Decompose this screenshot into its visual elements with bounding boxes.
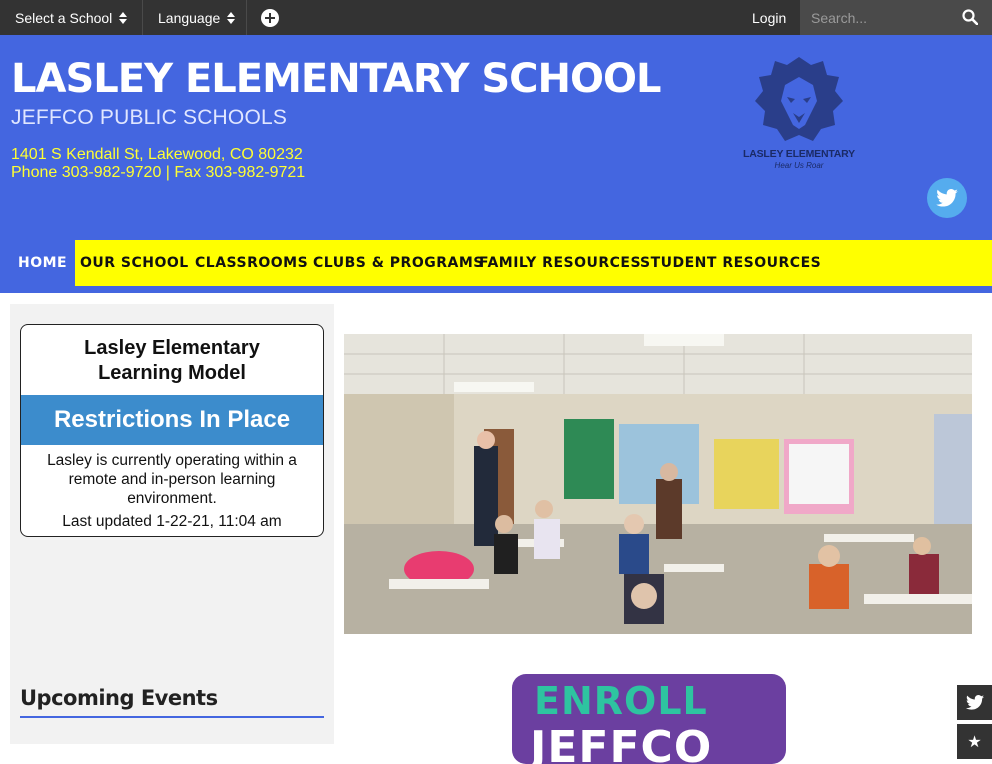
login-label: Login <box>752 9 787 26</box>
nav-student-resources[interactable]: STUDENT RESOURCES <box>640 240 821 286</box>
enroll-jeffco-text: JEFFCO <box>530 722 713 764</box>
twitter-button[interactable] <box>927 178 967 218</box>
search-icon[interactable] <box>962 9 978 25</box>
classroom-photo <box>344 334 972 634</box>
plus-circle-button[interactable] <box>261 0 279 35</box>
school-name[interactable]: LASLEY ELEMENTARY SCHOOL <box>11 56 661 102</box>
select-school-dropdown[interactable]: Select a School <box>15 0 128 35</box>
events-divider <box>20 716 324 718</box>
status-description: Lasley is currently operating within a r… <box>47 452 297 507</box>
star-icon: ★ <box>967 733 982 751</box>
upcoming-events-heading: Upcoming Events <box>20 686 218 710</box>
language-dropdown[interactable]: Language <box>158 0 236 35</box>
divider <box>246 0 247 35</box>
phone-fax-line: Phone 303-982-9720 | Fax 303-982-9721 <box>11 164 306 181</box>
search-input[interactable] <box>800 0 950 35</box>
login-link[interactable]: Login <box>752 0 786 35</box>
last-updated: Last updated 1-22-21, 11:04 am <box>62 513 282 530</box>
learning-model-card: Lasley Elementary Learning Model Restric… <box>20 324 324 537</box>
learning-model-title-line2: Learning Model <box>98 362 246 384</box>
enroll-text: ENROLL <box>534 679 708 723</box>
updown-arrow-icon <box>119 11 128 24</box>
divider <box>142 0 143 35</box>
classroom-illustration <box>344 334 972 634</box>
nav-classrooms[interactable]: CLASSROOMS <box>195 240 308 286</box>
plus-circle-icon <box>261 8 279 27</box>
twitter-icon <box>936 189 958 207</box>
nav-bottom-border <box>0 286 992 293</box>
nav-accent <box>0 240 10 286</box>
nav-clubs-programs[interactable]: CLUBS & PROGRAMS <box>313 240 484 286</box>
status-banner: Restrictions In Place <box>21 395 323 445</box>
twitter-icon <box>965 695 984 710</box>
floating-star-button[interactable]: ★ <box>957 724 992 759</box>
nav-home[interactable]: HOME <box>10 240 76 286</box>
learning-model-title: Lasley Elementary Learning Model <box>21 336 323 386</box>
enroll-jeffco-banner[interactable]: ENROLL JEFFCO <box>512 674 786 764</box>
logo-school-name: LASLEY ELEMENTARY <box>743 148 855 160</box>
contact-info: 1401 S Kendall St, Lakewood, CO 80232 Ph… <box>11 146 305 182</box>
nav-our-school[interactable]: OUR SCHOOL <box>80 240 189 286</box>
district-name: JEFFCO PUBLIC SCHOOLS <box>11 106 288 129</box>
language-label: Language <box>158 9 221 26</box>
nav-family-resources[interactable]: FAMILY RESOURCES <box>479 240 641 286</box>
updown-arrow-icon <box>227 11 236 24</box>
address-line: 1401 S Kendall St, Lakewood, CO 80232 <box>11 146 303 163</box>
floating-twitter-button[interactable] <box>957 685 992 720</box>
learning-model-title-line1: Lasley Elementary <box>84 337 260 359</box>
select-school-label: Select a School <box>15 9 113 26</box>
logo-tagline: Hear Us Roar <box>774 161 824 170</box>
